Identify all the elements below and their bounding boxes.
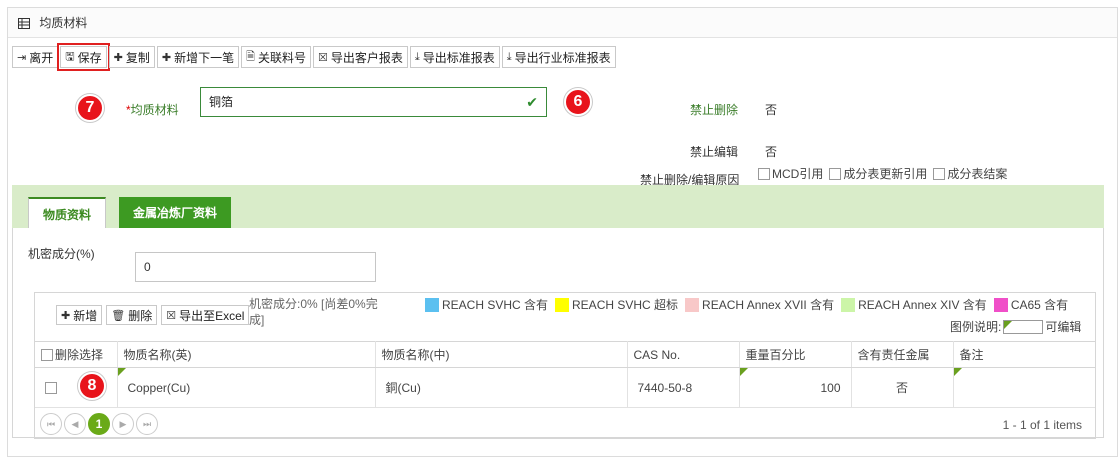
reason-composition-update-checkbox[interactable] [829, 168, 842, 180]
legend-item-ca65: CA65 含有 [993, 296, 1068, 313]
reason-composition-closed-checkbox[interactable] [933, 168, 946, 180]
pager: ⏮ ◀ 1 ▶ ⏭ [40, 413, 158, 435]
check-icon: ✔ [526, 94, 538, 110]
cell-name-en[interactable]: Copper(Cu) [117, 367, 376, 408]
page-info: 1 - 1 of 1 items [1002, 418, 1082, 432]
export-standard-report-button[interactable]: ⤓ 导出标准报表 [409, 46, 500, 68]
last-page-icon[interactable]: ⏭ [136, 413, 158, 435]
add-next-button[interactable]: ✚ 新增下一笔 [156, 46, 240, 68]
page-title: 均质材料 [39, 16, 88, 30]
no-edit-value: 否 [765, 145, 778, 159]
step-badge-save: 7 [76, 94, 104, 122]
secret-ingredient-label: 机密成分(%) [28, 247, 95, 261]
reason-mcd-checkbox[interactable] [758, 168, 770, 180]
no-delete-label: 禁止删除 [690, 103, 739, 117]
step-badge-material: 6 [564, 88, 592, 116]
tab-substance[interactable]: 物质资料 [28, 197, 107, 229]
secret-progress-note: 机密成分:0% [尚差0%完成] [249, 297, 378, 327]
material-input[interactable]: 铜箔 ✔ [200, 87, 547, 117]
substance-table: 删除选择 物质名称(英) 物质名称(中) CAS No. 重量百分比 含有责任金… [35, 341, 1095, 408]
step-badge-row: 8 [78, 372, 106, 400]
row-checkbox[interactable] [45, 381, 57, 394]
next-page-icon[interactable]: ▶ [112, 413, 134, 435]
download-icon: ⤓ [414, 50, 420, 63]
excel-icon: ☒ [317, 51, 328, 64]
copy-button[interactable]: ✚ 复制 [108, 46, 155, 68]
header-weight[interactable]: 重量百分比 [739, 341, 852, 368]
legend-swatch [425, 298, 439, 312]
header-name-cn[interactable]: 物质名称(中) [375, 341, 628, 368]
grid-add-button[interactable]: ✚ 新增 [56, 305, 103, 325]
reason-composition-update[interactable]: 成分表更新引用 [829, 165, 927, 182]
main-toolbar: ⇥ 离开 🖫 保存 ✚ 复制 ✚ 新增下一笔 🗎 关联料号 ☒ 导出客户报表 ⤓ 导出标准报表… [12, 43, 616, 71]
legend-swatch [685, 298, 700, 312]
tab-strip: 物质资料 金属冶炼厂资料 [12, 185, 1104, 229]
legend: REACH SVHC 含有 REACH SVHC 超标 REACH Annex … [425, 296, 1075, 313]
prev-page-icon[interactable]: ◀ [64, 413, 86, 435]
download-icon: ⤓ [506, 50, 512, 63]
material-label: *均质材料 [126, 103, 179, 117]
cell-note[interactable] [953, 367, 1095, 408]
first-page-icon[interactable]: ⏮ [40, 413, 62, 435]
leave-button[interactable]: ⇥ 离开 [12, 46, 59, 68]
legend-swatch [993, 298, 1008, 312]
export-industry-report-button[interactable]: ⤓ 导出行业标准报表 [501, 46, 616, 68]
grid-icon [18, 10, 30, 40]
select-all-checkbox[interactable] [41, 349, 53, 361]
plus-icon: ✚ [61, 309, 71, 322]
export-customer-report-button[interactable]: ☒ 导出客户报表 [312, 46, 408, 68]
grid-toolbar: ✚ 新增 🗑 删除 ☒ 导出至Excel [56, 305, 250, 325]
legend-item-annex-xvii: REACH Annex XVII 含有 [685, 296, 834, 313]
legend-swatch [841, 298, 856, 312]
link-part-button[interactable]: 🗎 关联料号 [241, 46, 311, 68]
plus-icon: ✚ [113, 51, 123, 64]
table-header-row: 删除选择 物质名称(英) 物质名称(中) CAS No. 重量百分比 含有责任金… [35, 341, 1095, 368]
reason-composition-closed[interactable]: 成分表结案 [933, 165, 1007, 182]
legend-item-svhc-contains: REACH SVHC 含有 [425, 296, 548, 313]
header-delete-select[interactable]: 删除选择 [35, 341, 118, 368]
legend-explain: 图例说明: 可编辑 [950, 319, 1082, 334]
document-icon: 🗎 [246, 50, 255, 63]
table-row[interactable]: Copper(Cu) 銅(Cu) 7440-50-8 100 否 [35, 367, 1095, 408]
header-name-en[interactable]: 物质名称(英) [117, 341, 376, 368]
legend-item-svhc-exceed: REACH SVHC 超标 [555, 296, 678, 313]
exit-icon: ⇥ [17, 51, 27, 64]
header-cas[interactable]: CAS No. [627, 341, 740, 368]
no-delete-value: 否 [765, 103, 778, 117]
no-edit-label: 禁止编辑 [690, 145, 739, 159]
plus-icon: ✚ [161, 51, 172, 64]
reason-mcd[interactable]: MCD引用 [758, 165, 823, 182]
reason-checkboxes: MCD引用 成分表更新引用 成分表结案 [758, 165, 1007, 182]
grid-delete-button[interactable]: 🗑 删除 [106, 305, 158, 325]
trash-icon: 🗑 [111, 309, 126, 322]
secret-ingredient-input[interactable]: 0 [135, 252, 376, 282]
grid-export-excel-button[interactable]: ☒ 导出至Excel [161, 305, 250, 325]
panel-header: 均质材料 [8, 8, 1117, 38]
cell-metal: 否 [851, 367, 954, 408]
header-metal[interactable]: 含有责任金属 [851, 341, 954, 368]
excel-icon: ☒ [166, 309, 177, 322]
save-icon: 🖫 [65, 50, 75, 63]
header-note[interactable]: 备注 [953, 341, 1095, 368]
legend-swatch [555, 298, 570, 312]
tab-smelter[interactable]: 金属冶炼厂资料 [119, 197, 232, 229]
legend-item-annex-xiv: REACH Annex XIV 含有 [841, 296, 987, 313]
cell-name-cn: 銅(Cu) [375, 367, 628, 408]
page-button-current[interactable]: 1 [88, 413, 110, 435]
save-button[interactable]: 🖫 保存 [57, 43, 110, 71]
editable-swatch [1003, 319, 1044, 334]
cell-cas: 7440-50-8 [627, 367, 740, 408]
cell-weight[interactable]: 100 [739, 367, 852, 408]
